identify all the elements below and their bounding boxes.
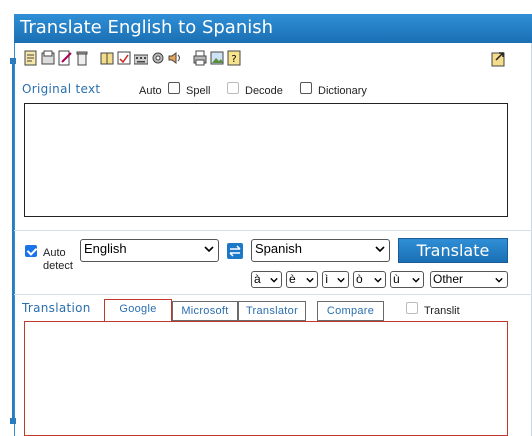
accent-o-select[interactable]: ò <box>353 271 386 288</box>
image-icon[interactable] <box>210 50 224 66</box>
notepad-icon[interactable] <box>24 50 38 66</box>
keyboard-icon[interactable] <box>134 50 148 66</box>
chevron-down-icon <box>412 277 420 283</box>
chevron-down-icon <box>374 277 382 283</box>
left-rail <box>12 58 14 424</box>
other-chars-value: Other <box>433 272 464 286</box>
svg-text:?: ? <box>231 54 236 65</box>
divider <box>14 230 532 231</box>
dictionary-checkbox[interactable] <box>300 82 312 94</box>
auto-label: Auto <box>139 85 162 97</box>
tab-compare[interactable]: Compare <box>317 301 384 321</box>
accent-i-value: ì <box>325 272 329 286</box>
accent-a-select[interactable]: à <box>251 271 282 288</box>
spell-label: Spell <box>186 85 211 97</box>
translate-button[interactable]: Translate <box>398 238 508 263</box>
original-text-label: Original text <box>22 82 101 96</box>
auto-detect-label-1: Auto <box>43 247 66 259</box>
spell-checkbox[interactable] <box>168 82 180 94</box>
accent-e-select[interactable]: è <box>286 271 318 288</box>
rail-top-dot <box>10 58 16 64</box>
accent-a-value: à <box>254 272 261 286</box>
swap-languages-icon[interactable] <box>227 243 243 259</box>
target-language-select[interactable]: Spanish <box>251 239 390 262</box>
printer-icon[interactable] <box>193 50 207 66</box>
accent-u-value: ù <box>393 272 400 286</box>
decode-checkbox[interactable] <box>227 82 239 94</box>
target-language-value: Spanish <box>255 241 302 256</box>
chevron-down-icon <box>495 277 503 283</box>
original-text-input[interactable] <box>24 103 508 217</box>
popout-icon[interactable] <box>490 50 506 68</box>
tab-google[interactable]: Google <box>104 299 172 321</box>
translation-label: Translation <box>22 301 91 315</box>
source-language-select[interactable]: English <box>80 239 219 262</box>
accent-i-select[interactable]: ì <box>322 271 349 288</box>
chevron-down-icon <box>337 277 345 283</box>
accent-u-select[interactable]: ù <box>390 271 424 288</box>
toolbar: ? <box>24 50 244 68</box>
settings-icon[interactable] <box>151 50 165 66</box>
print-preview-icon[interactable] <box>41 50 55 66</box>
dictionary-label: Dictionary <box>318 85 367 97</box>
chevron-down-icon <box>375 246 385 253</box>
divider <box>14 294 532 295</box>
rail-bottom-dot <box>10 418 16 424</box>
tab-translator[interactable]: Translator <box>238 301 306 321</box>
decode-label: Decode <box>245 85 283 97</box>
translit-checkbox[interactable] <box>406 302 418 314</box>
speaker-icon[interactable] <box>168 50 182 66</box>
accent-o-value: ò <box>356 272 363 286</box>
translit-label: Translit <box>424 305 460 317</box>
tab-microsoft[interactable]: Microsoft <box>172 301 238 321</box>
chevron-down-icon <box>306 277 314 283</box>
trash-icon[interactable] <box>75 50 89 66</box>
chevron-down-icon <box>204 246 214 253</box>
page-title: Translate English to Spanish <box>20 17 274 38</box>
help-icon[interactable]: ? <box>227 50 241 66</box>
edit-icon[interactable] <box>58 50 72 66</box>
other-chars-select[interactable]: Other <box>430 271 508 288</box>
auto-detect-label-2: detect <box>43 260 73 272</box>
auto-detect-checkbox[interactable] <box>25 245 37 257</box>
title-bar: Translate English to Spanish <box>14 14 532 43</box>
chevron-down-icon <box>270 277 278 283</box>
book-icon[interactable] <box>100 50 114 66</box>
accent-e-value: è <box>289 272 296 286</box>
source-language-value: English <box>84 241 127 256</box>
spellcheck-icon[interactable] <box>117 50 131 66</box>
translation-output[interactable] <box>24 321 508 436</box>
